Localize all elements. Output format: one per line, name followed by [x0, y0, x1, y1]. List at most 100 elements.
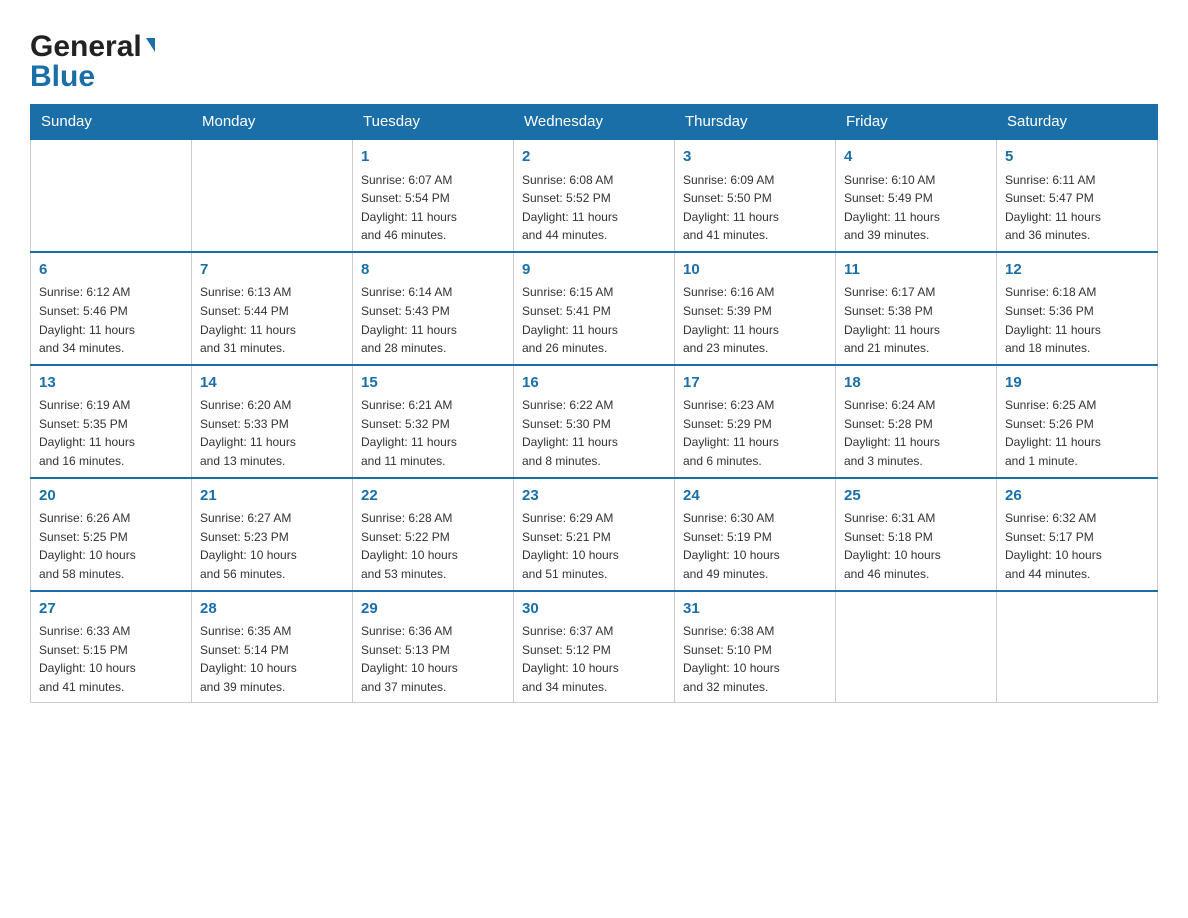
calendar-cell: 29Sunrise: 6:36 AM Sunset: 5:13 PM Dayli…	[353, 591, 514, 703]
calendar-cell: 28Sunrise: 6:35 AM Sunset: 5:14 PM Dayli…	[192, 591, 353, 703]
calendar-cell: 24Sunrise: 6:30 AM Sunset: 5:19 PM Dayli…	[675, 478, 836, 591]
calendar-cell: 23Sunrise: 6:29 AM Sunset: 5:21 PM Dayli…	[514, 478, 675, 591]
day-number: 27	[39, 598, 183, 621]
calendar-cell: 8Sunrise: 6:14 AM Sunset: 5:43 PM Daylig…	[353, 252, 514, 365]
day-info: Sunrise: 6:10 AM Sunset: 5:49 PM Dayligh…	[844, 171, 988, 245]
day-number: 18	[844, 372, 988, 395]
day-number: 9	[522, 259, 666, 282]
logo: General Blue	[30, 20, 155, 94]
header-sunday: Sunday	[31, 105, 192, 140]
day-info: Sunrise: 6:31 AM Sunset: 5:18 PM Dayligh…	[844, 509, 988, 583]
calendar-cell	[997, 591, 1158, 703]
day-info: Sunrise: 6:12 AM Sunset: 5:46 PM Dayligh…	[39, 283, 183, 357]
day-number: 2	[522, 146, 666, 169]
day-info: Sunrise: 6:08 AM Sunset: 5:52 PM Dayligh…	[522, 171, 666, 245]
day-number: 7	[200, 259, 344, 282]
header-saturday: Saturday	[997, 105, 1158, 140]
day-number: 20	[39, 485, 183, 508]
day-number: 8	[361, 259, 505, 282]
header-friday: Friday	[836, 105, 997, 140]
calendar-week-1: 1Sunrise: 6:07 AM Sunset: 5:54 PM Daylig…	[31, 139, 1158, 252]
day-number: 25	[844, 485, 988, 508]
calendar-cell: 17Sunrise: 6:23 AM Sunset: 5:29 PM Dayli…	[675, 365, 836, 478]
day-info: Sunrise: 6:14 AM Sunset: 5:43 PM Dayligh…	[361, 283, 505, 357]
calendar-week-3: 13Sunrise: 6:19 AM Sunset: 5:35 PM Dayli…	[31, 365, 1158, 478]
calendar-cell: 20Sunrise: 6:26 AM Sunset: 5:25 PM Dayli…	[31, 478, 192, 591]
calendar-cell: 15Sunrise: 6:21 AM Sunset: 5:32 PM Dayli…	[353, 365, 514, 478]
day-info: Sunrise: 6:18 AM Sunset: 5:36 PM Dayligh…	[1005, 283, 1149, 357]
day-info: Sunrise: 6:22 AM Sunset: 5:30 PM Dayligh…	[522, 396, 666, 470]
calendar-cell: 18Sunrise: 6:24 AM Sunset: 5:28 PM Dayli…	[836, 365, 997, 478]
day-info: Sunrise: 6:21 AM Sunset: 5:32 PM Dayligh…	[361, 396, 505, 470]
day-info: Sunrise: 6:16 AM Sunset: 5:39 PM Dayligh…	[683, 283, 827, 357]
calendar-cell: 22Sunrise: 6:28 AM Sunset: 5:22 PM Dayli…	[353, 478, 514, 591]
day-number: 31	[683, 598, 827, 621]
calendar-cell: 3Sunrise: 6:09 AM Sunset: 5:50 PM Daylig…	[675, 139, 836, 252]
day-info: Sunrise: 6:29 AM Sunset: 5:21 PM Dayligh…	[522, 509, 666, 583]
day-info: Sunrise: 6:17 AM Sunset: 5:38 PM Dayligh…	[844, 283, 988, 357]
calendar-cell	[836, 591, 997, 703]
day-info: Sunrise: 6:36 AM Sunset: 5:13 PM Dayligh…	[361, 622, 505, 696]
header-monday: Monday	[192, 105, 353, 140]
calendar-cell	[31, 139, 192, 252]
day-number: 3	[683, 146, 827, 169]
day-number: 4	[844, 146, 988, 169]
calendar-cell: 27Sunrise: 6:33 AM Sunset: 5:15 PM Dayli…	[31, 591, 192, 703]
day-info: Sunrise: 6:32 AM Sunset: 5:17 PM Dayligh…	[1005, 509, 1149, 583]
day-number: 6	[39, 259, 183, 282]
calendar-cell: 12Sunrise: 6:18 AM Sunset: 5:36 PM Dayli…	[997, 252, 1158, 365]
day-number: 16	[522, 372, 666, 395]
day-number: 17	[683, 372, 827, 395]
calendar-week-4: 20Sunrise: 6:26 AM Sunset: 5:25 PM Dayli…	[31, 478, 1158, 591]
calendar-cell: 5Sunrise: 6:11 AM Sunset: 5:47 PM Daylig…	[997, 139, 1158, 252]
day-info: Sunrise: 6:27 AM Sunset: 5:23 PM Dayligh…	[200, 509, 344, 583]
logo-triangle-icon	[146, 38, 155, 52]
day-info: Sunrise: 6:15 AM Sunset: 5:41 PM Dayligh…	[522, 283, 666, 357]
calendar-cell: 14Sunrise: 6:20 AM Sunset: 5:33 PM Dayli…	[192, 365, 353, 478]
day-number: 13	[39, 372, 183, 395]
calendar-cell: 7Sunrise: 6:13 AM Sunset: 5:44 PM Daylig…	[192, 252, 353, 365]
day-number: 14	[200, 372, 344, 395]
page-header: General Blue	[30, 20, 1158, 94]
day-info: Sunrise: 6:30 AM Sunset: 5:19 PM Dayligh…	[683, 509, 827, 583]
day-number: 26	[1005, 485, 1149, 508]
calendar-cell: 30Sunrise: 6:37 AM Sunset: 5:12 PM Dayli…	[514, 591, 675, 703]
day-number: 5	[1005, 146, 1149, 169]
day-number: 12	[1005, 259, 1149, 282]
day-info: Sunrise: 6:19 AM Sunset: 5:35 PM Dayligh…	[39, 396, 183, 470]
day-info: Sunrise: 6:20 AM Sunset: 5:33 PM Dayligh…	[200, 396, 344, 470]
calendar-table: SundayMondayTuesdayWednesdayThursdayFrid…	[30, 104, 1158, 703]
day-number: 28	[200, 598, 344, 621]
calendar-cell: 13Sunrise: 6:19 AM Sunset: 5:35 PM Dayli…	[31, 365, 192, 478]
day-number: 22	[361, 485, 505, 508]
day-info: Sunrise: 6:24 AM Sunset: 5:28 PM Dayligh…	[844, 396, 988, 470]
calendar-week-2: 6Sunrise: 6:12 AM Sunset: 5:46 PM Daylig…	[31, 252, 1158, 365]
day-info: Sunrise: 6:09 AM Sunset: 5:50 PM Dayligh…	[683, 171, 827, 245]
day-number: 23	[522, 485, 666, 508]
day-info: Sunrise: 6:25 AM Sunset: 5:26 PM Dayligh…	[1005, 396, 1149, 470]
day-info: Sunrise: 6:26 AM Sunset: 5:25 PM Dayligh…	[39, 509, 183, 583]
day-info: Sunrise: 6:23 AM Sunset: 5:29 PM Dayligh…	[683, 396, 827, 470]
day-number: 29	[361, 598, 505, 621]
day-info: Sunrise: 6:11 AM Sunset: 5:47 PM Dayligh…	[1005, 171, 1149, 245]
day-number: 11	[844, 259, 988, 282]
day-info: Sunrise: 6:13 AM Sunset: 5:44 PM Dayligh…	[200, 283, 344, 357]
calendar-cell: 2Sunrise: 6:08 AM Sunset: 5:52 PM Daylig…	[514, 139, 675, 252]
logo-general-text: General	[30, 30, 142, 64]
day-info: Sunrise: 6:35 AM Sunset: 5:14 PM Dayligh…	[200, 622, 344, 696]
header-thursday: Thursday	[675, 105, 836, 140]
day-info: Sunrise: 6:38 AM Sunset: 5:10 PM Dayligh…	[683, 622, 827, 696]
calendar-cell: 4Sunrise: 6:10 AM Sunset: 5:49 PM Daylig…	[836, 139, 997, 252]
calendar-cell: 6Sunrise: 6:12 AM Sunset: 5:46 PM Daylig…	[31, 252, 192, 365]
calendar-cell	[192, 139, 353, 252]
header-tuesday: Tuesday	[353, 105, 514, 140]
header-wednesday: Wednesday	[514, 105, 675, 140]
day-number: 24	[683, 485, 827, 508]
day-number: 10	[683, 259, 827, 282]
calendar-cell: 21Sunrise: 6:27 AM Sunset: 5:23 PM Dayli…	[192, 478, 353, 591]
day-info: Sunrise: 6:37 AM Sunset: 5:12 PM Dayligh…	[522, 622, 666, 696]
day-number: 1	[361, 146, 505, 169]
calendar-cell: 10Sunrise: 6:16 AM Sunset: 5:39 PM Dayli…	[675, 252, 836, 365]
calendar-cell: 19Sunrise: 6:25 AM Sunset: 5:26 PM Dayli…	[997, 365, 1158, 478]
day-info: Sunrise: 6:28 AM Sunset: 5:22 PM Dayligh…	[361, 509, 505, 583]
